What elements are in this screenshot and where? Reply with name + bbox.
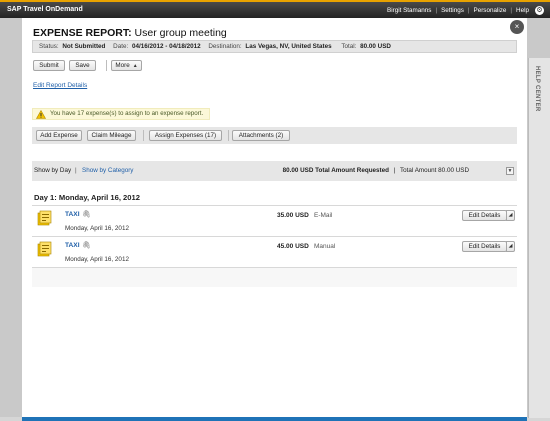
personalize-link[interactable]: Personalize bbox=[474, 7, 507, 14]
add-expense-button[interactable]: Add Expense bbox=[36, 130, 82, 141]
more-button[interactable]: More ▲ bbox=[111, 60, 142, 71]
paperclip-icon: 🖇 bbox=[82, 242, 91, 249]
expense-name-link[interactable]: TAXI bbox=[65, 242, 80, 249]
assign-expenses-button[interactable]: Assign Expenses (17) bbox=[149, 130, 222, 141]
edit-details-button[interactable]: Edit Details bbox=[462, 210, 507, 221]
title-prefix: EXPENSE REPORT: bbox=[33, 27, 132, 39]
view-separator: | bbox=[75, 167, 77, 174]
expense-row: TAXI 🖇 Monday, April 16, 2012 35.00 USD … bbox=[32, 205, 517, 237]
app-brand: SAP Travel OnDemand bbox=[7, 6, 83, 13]
user-name-link[interactable]: Birgit Stamanns bbox=[387, 7, 431, 14]
expense-source: E-Mail bbox=[314, 212, 333, 219]
chevron-down-icon[interactable]: ◢ bbox=[506, 241, 515, 252]
info-message-text: You have 17 expense(s) to assign to an e… bbox=[50, 110, 204, 117]
receipt-taxi-icon bbox=[37, 210, 52, 226]
expense-row: TAXI 🖇 Monday, April 16, 2012 45.00 USD … bbox=[32, 236, 517, 268]
help-center-tab[interactable]: HELP CENTER bbox=[528, 58, 550, 418]
show-by-category-link[interactable]: Show by Category bbox=[82, 161, 133, 181]
toolbar-divider bbox=[228, 130, 229, 141]
total-requested-amount: 80.00 USD bbox=[282, 167, 314, 174]
info-message: You have 17 expense(s) to assign to an e… bbox=[32, 108, 210, 120]
chevron-down-icon[interactable]: ▼ bbox=[506, 167, 514, 175]
claim-mileage-button[interactable]: Claim Mileage bbox=[87, 130, 136, 141]
close-icon[interactable]: × bbox=[510, 20, 524, 34]
help-link[interactable]: Help bbox=[516, 7, 529, 14]
nav-separator: | bbox=[435, 7, 438, 14]
top-nav: Birgit Stamanns | Settings | Personalize… bbox=[387, 6, 544, 15]
expense-amount: 35.00 USD bbox=[277, 212, 309, 219]
expense-name-link[interactable]: TAXI bbox=[65, 211, 80, 218]
more-label: More bbox=[115, 62, 130, 69]
edit-report-details-link[interactable]: Edit Report Details bbox=[33, 82, 87, 89]
date-label: Date: bbox=[113, 43, 129, 50]
edit-details-button[interactable]: Edit Details bbox=[462, 241, 507, 252]
warning-icon bbox=[36, 110, 46, 119]
settings-link[interactable]: Settings bbox=[441, 7, 464, 14]
expense-amount: 45.00 USD bbox=[277, 243, 309, 250]
total-value: 80.00 USD bbox=[360, 43, 391, 50]
expense-date: Monday, April 16, 2012 bbox=[65, 256, 129, 263]
nav-separator: | bbox=[467, 7, 470, 14]
nav-separator: | bbox=[510, 7, 513, 14]
submit-button[interactable]: Submit bbox=[33, 60, 65, 71]
total-amount: Total Amount 80.00 USD bbox=[400, 167, 469, 174]
status-value: Not Submitted bbox=[62, 43, 106, 50]
destination-value: Las Vegas, NV, United States bbox=[245, 43, 332, 50]
paperclip-icon: 🖇 bbox=[82, 211, 91, 218]
attachments-button[interactable]: Attachments (2) bbox=[232, 130, 290, 141]
report-status-bar: Status: Not Submitted Date: 04/16/2012 -… bbox=[32, 40, 517, 53]
save-button[interactable]: Save bbox=[69, 60, 96, 71]
destination-label: Destination: bbox=[208, 43, 242, 50]
expense-date: Monday, April 16, 2012 bbox=[65, 225, 129, 232]
chevron-down-icon: ▲ bbox=[132, 63, 138, 69]
gear-icon[interactable]: ⚙ bbox=[535, 6, 544, 15]
totals-summary: 80.00 USD Total Amount Requested | Total… bbox=[283, 161, 469, 181]
help-center-label: HELP CENTER bbox=[534, 66, 540, 112]
view-options-bar: Show by Day | Show by Category 80.00 USD… bbox=[32, 161, 517, 181]
expense-source: Manual bbox=[314, 243, 336, 250]
bottom-accent-bar bbox=[22, 417, 527, 421]
toolbar-divider bbox=[143, 130, 144, 141]
chevron-down-icon[interactable]: ◢ bbox=[506, 210, 515, 221]
receipt-taxi-icon bbox=[37, 241, 52, 257]
day-heading: Day 1: Monday, April 16, 2012 bbox=[34, 193, 140, 202]
expense-report-dialog: EXPENSE REPORT: User group meeting Statu… bbox=[22, 18, 527, 417]
date-value: 04/16/2012 - 04/18/2012 bbox=[131, 43, 201, 50]
show-by-day-tab[interactable]: Show by Day bbox=[34, 161, 71, 181]
dialog-title: EXPENSE REPORT: User group meeting bbox=[33, 27, 227, 39]
total-label: Total: bbox=[341, 43, 357, 50]
status-label: Status: bbox=[39, 43, 59, 50]
report-name: User group meeting bbox=[134, 27, 227, 39]
total-requested-label: Total Amount Requested bbox=[315, 167, 389, 174]
top-bar: SAP Travel OnDemand Birgit Stamanns | Se… bbox=[0, 0, 550, 18]
toolbar-divider bbox=[106, 60, 107, 71]
totals-separator: | bbox=[393, 167, 396, 174]
